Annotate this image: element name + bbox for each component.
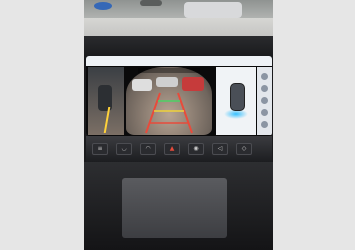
settings-icon[interactable]	[261, 121, 268, 128]
road	[84, 18, 273, 38]
camera-view-controls	[257, 67, 272, 135]
volume-button[interactable]: ◁	[212, 143, 228, 155]
street-sign	[94, 2, 112, 10]
camera-title	[138, 68, 200, 73]
right-background	[273, 0, 355, 250]
phone-tray	[122, 178, 227, 238]
side-camera-view	[88, 67, 124, 135]
hazard-button[interactable]: ▲	[164, 143, 180, 155]
distant-car	[140, 0, 162, 6]
climate-button[interactable]: ◡	[116, 143, 132, 155]
parked-car	[184, 2, 242, 18]
status-bar	[86, 56, 272, 66]
top-down-view	[216, 67, 256, 135]
parking-guidelines	[145, 92, 193, 134]
infotainment-screen	[86, 56, 272, 136]
mute-button[interactable]: ◇	[236, 143, 252, 155]
left-background	[0, 0, 84, 250]
rear-camera-view[interactable]	[126, 67, 212, 135]
camera-button[interactable]: ◉	[188, 143, 204, 155]
rear-view-icon[interactable]	[261, 97, 268, 104]
menu-button[interactable]: ≡	[92, 143, 108, 155]
car-dashboard-photo: ≡ ◡ ◠ ▲ ◉ ◁ ◇	[84, 0, 273, 250]
street-view	[84, 0, 273, 38]
defrost-button[interactable]: ◠	[140, 143, 156, 155]
view-toggle-icon[interactable]	[261, 73, 268, 80]
control-button-strip: ≡ ◡ ◠ ▲ ◉ ◁ ◇	[86, 136, 272, 162]
parking-camera-display	[86, 56, 272, 136]
front-view-icon[interactable]	[261, 85, 268, 92]
top-car-icon	[230, 83, 245, 111]
side-view-icon[interactable]	[261, 109, 268, 116]
